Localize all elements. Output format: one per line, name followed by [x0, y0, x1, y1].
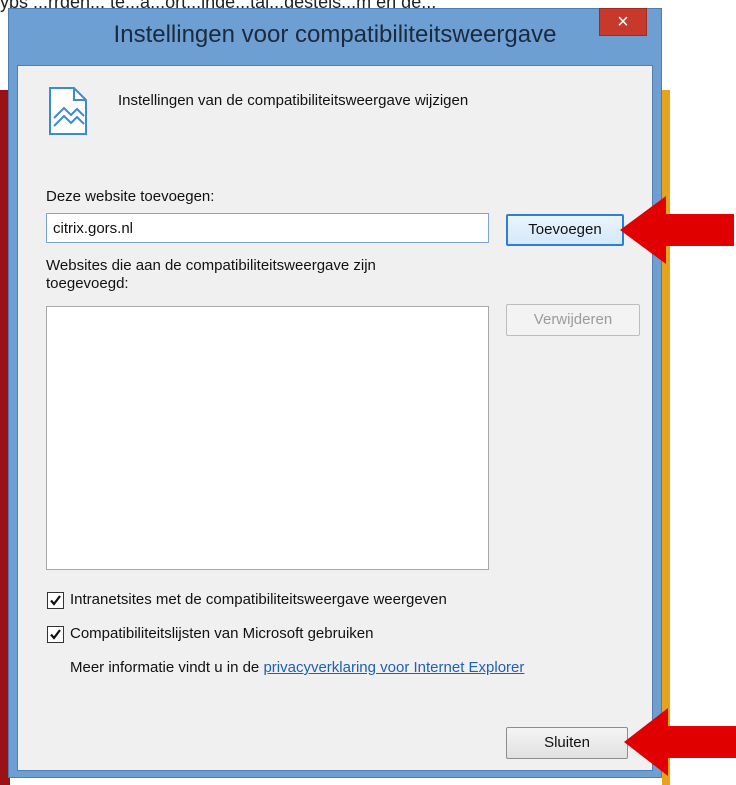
tiny-mark-icon	[652, 228, 658, 236]
compatibility-view-icon	[44, 82, 94, 145]
checkbox-microsoft-lists-row[interactable]: Compatibiliteitslijsten van Microsoft ge…	[47, 625, 567, 645]
privacy-statement-link[interactable]: privacyverklaring voor Internet Explorer	[263, 659, 524, 676]
checkbox-intranet-row[interactable]: Intranetsites met de compatibiliteitswee…	[47, 591, 567, 611]
websites-list[interactable]	[46, 306, 489, 570]
checkbox-microsoft-lists-label: Compatibiliteitslijsten van Microsoft ge…	[70, 625, 374, 642]
add-button[interactable]: Toevoegen	[506, 214, 624, 246]
checkbox-intranet[interactable]	[47, 592, 64, 609]
website-list-label-line1: Websites die aan de compatibiliteitsweer…	[46, 257, 376, 274]
remove-button[interactable]: Verwijderen	[506, 304, 640, 336]
dialog-header-text: Instellingen van de compatibiliteitsweer…	[118, 92, 469, 109]
website-list-label-line2: toegevoegd:	[46, 275, 129, 292]
checkmark-icon	[50, 629, 61, 640]
close-dialog-button[interactable]: Sluiten	[506, 727, 628, 759]
dialog-title: Instellingen voor compatibiliteitsweerga…	[113, 21, 557, 48]
red-arrow-icon	[624, 708, 736, 776]
checkmark-icon	[50, 595, 61, 606]
dialog-titlebar[interactable]: Instellingen voor compatibiliteitsweerga…	[9, 8, 661, 65]
more-info-line: Meer informatie vindt u in de privacyver…	[70, 659, 524, 676]
add-website-label: Deze website toevoegen:	[46, 188, 215, 205]
website-input[interactable]	[46, 213, 489, 243]
red-arrow-icon	[620, 196, 734, 264]
more-info-text: Meer informatie vindt u in de	[70, 659, 260, 676]
checkbox-microsoft-lists[interactable]	[47, 626, 64, 643]
checkbox-intranet-label: Intranetsites met de compatibiliteitswee…	[70, 591, 447, 608]
close-icon[interactable]: ×	[599, 8, 647, 36]
